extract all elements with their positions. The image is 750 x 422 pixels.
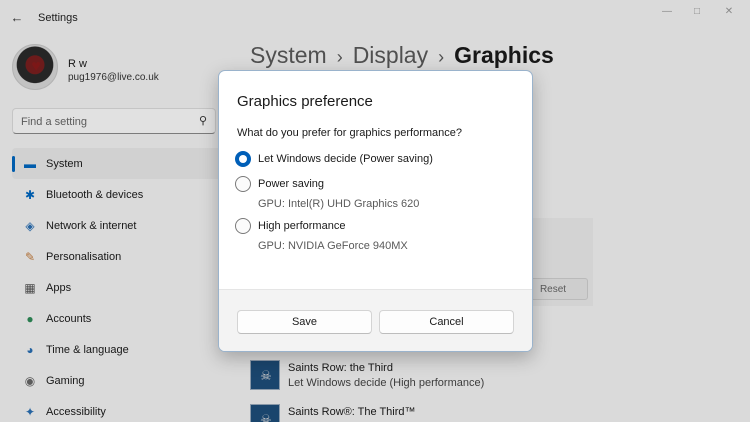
save-button[interactable]: Save: [237, 310, 372, 334]
option-label: Power saving: [258, 178, 325, 190]
option-label: High performance: [258, 220, 346, 232]
radio-button[interactable]: [235, 218, 251, 234]
gpu-label: GPU: NVIDIA GeForce 940MX: [258, 240, 408, 252]
dialog-footer: Save Cancel: [219, 289, 532, 351]
radio-button-checked[interactable]: [235, 151, 251, 167]
gpu-label: GPU: Intel(R) UHD Graphics 620: [258, 198, 420, 210]
option-power-saving[interactable]: Power saving: [235, 176, 324, 192]
option-label: Let Windows decide (Power saving): [258, 153, 433, 165]
option-high-performance[interactable]: High performance: [235, 218, 345, 234]
dialog-question: What do you prefer for graphics performa…: [237, 127, 463, 139]
radio-button[interactable]: [235, 176, 251, 192]
cancel-button[interactable]: Cancel: [379, 310, 514, 334]
option-let-windows-decide[interactable]: Let Windows decide (Power saving): [235, 151, 433, 167]
dialog-title: Graphics preference: [237, 93, 373, 110]
graphics-preference-dialog: Graphics preference What do you prefer f…: [218, 70, 533, 352]
